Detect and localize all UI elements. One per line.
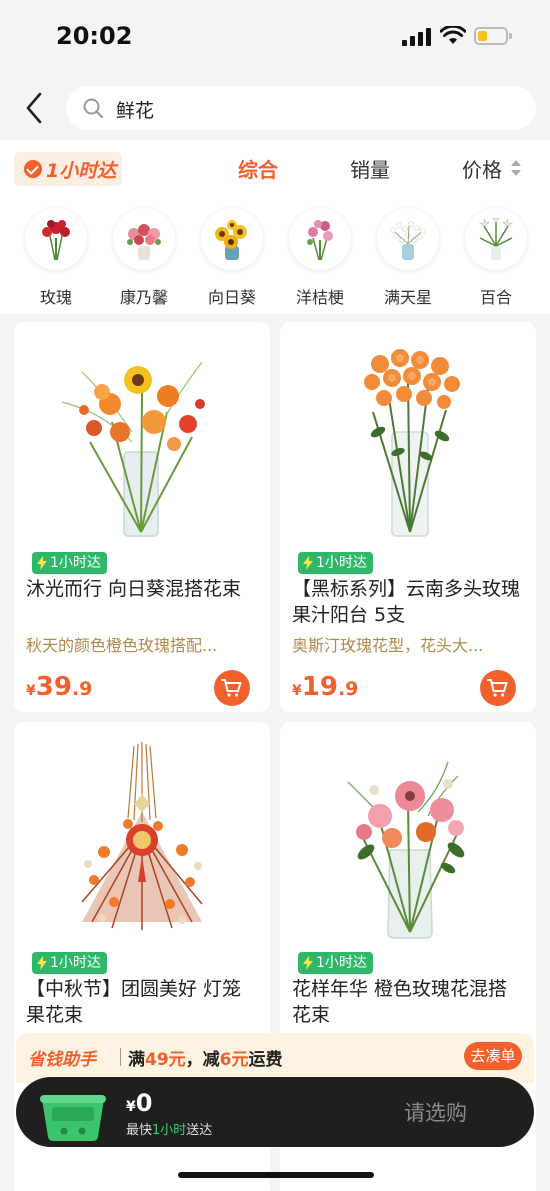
cart-bar: ¥0 最快1小时送达 请选购 — [16, 1077, 534, 1147]
product-price: ¥19.9 — [292, 672, 358, 702]
category-sunflower[interactable]: 向日葵 — [194, 208, 270, 308]
shopping-basket-icon[interactable] — [38, 1087, 108, 1143]
search-input[interactable]: 鲜花 — [66, 86, 536, 130]
battery-level — [478, 31, 487, 41]
threshold-amount: 49元 — [145, 1050, 186, 1070]
category-babys-breath[interactable]: 满天星 — [370, 208, 446, 308]
delivery-tag: 1小时达 — [298, 952, 373, 974]
add-on-items-button[interactable]: 去凑单 — [464, 1042, 522, 1070]
cart-icon — [221, 679, 242, 697]
one-hour-delivery-filter[interactable]: 1小时达 — [14, 152, 122, 186]
filter-bar: 1小时达 综合 销量 价格 — [0, 140, 550, 200]
product-card[interactable]: 1小时达 【黑标系列】云南多头玫瑰 果汁阳台 5支 奥斯汀玫瑰花型，花头大...… — [280, 322, 536, 712]
product-image — [280, 322, 536, 552]
babys-breath-icon — [377, 208, 439, 270]
category-label: 向日葵 — [207, 288, 256, 307]
category-label: 康乃馨 — [119, 288, 168, 307]
discount-amount: 6元 — [219, 1050, 249, 1070]
divider — [120, 1048, 121, 1066]
price-integer: 19 — [301, 672, 338, 702]
shipping-discount-text: 满49元，减6元运费 — [128, 1045, 283, 1070]
carnation-bouquet-icon — [113, 208, 175, 270]
product-subtitle: 奥斯汀玫瑰花型，花头大... — [292, 636, 484, 655]
product-title: 【中秋节】团圆美好 灯笼果花束 — [26, 978, 242, 1026]
wifi-icon — [440, 26, 466, 44]
product-title: 【黑标系列】云南多头玫瑰 果汁阳台 5支 — [292, 578, 521, 626]
signal-icon — [402, 28, 432, 46]
delivery-tag: 1小时达 — [32, 552, 107, 574]
lightning-icon — [303, 956, 313, 970]
product-image — [14, 722, 270, 952]
category-rose[interactable]: 玫瑰 — [18, 208, 94, 308]
category-label: 百合 — [479, 288, 512, 307]
product-card[interactable]: 1小时达 沐光而行 向日葵混搭花束 秋天的颜色橙色玫瑰搭配... ¥39.9 — [14, 322, 270, 712]
back-button[interactable] — [18, 86, 52, 130]
delivery-tag: 1小时达 — [298, 552, 373, 574]
category-lisianthus[interactable]: 洋桔梗 — [282, 208, 358, 308]
search-query: 鲜花 — [116, 100, 155, 122]
price-decimal: .9 — [71, 678, 93, 700]
helper-text-part: 运费 — [248, 1050, 283, 1070]
home-indicator[interactable] — [178, 1172, 374, 1178]
price-currency: ¥ — [292, 683, 302, 699]
delivery-tag-label: 1小时达 — [50, 955, 101, 971]
price-integer: 39 — [35, 672, 72, 702]
cart-total: ¥0 — [126, 1089, 152, 1117]
checkout-button[interactable]: 请选购 — [404, 1097, 467, 1127]
search-header: 鲜花 — [0, 74, 550, 140]
delivery-estimate: 最快1小时送达 — [126, 1119, 212, 1138]
product-title: 花样年华 橙色玫瑰花混搭花束 — [292, 978, 508, 1026]
rose-bouquet-icon — [25, 208, 87, 270]
search-icon — [83, 98, 103, 118]
category-label: 玫瑰 — [39, 288, 72, 307]
tab-comprehensive[interactable]: 综合 — [238, 154, 278, 183]
lightning-icon — [37, 956, 47, 970]
sunflower-bouquet-icon — [201, 208, 263, 270]
price-currency: ¥ — [26, 683, 36, 699]
savings-helper-title: 省钱助手 — [28, 1050, 96, 1070]
delivery-estimate-part: 最快 — [126, 1123, 153, 1138]
delivery-tag-label: 1小时达 — [316, 955, 367, 971]
helper-text-part: 满 — [128, 1050, 145, 1070]
delivery-tag: 1小时达 — [32, 952, 107, 974]
tab-sales[interactable]: 销量 — [350, 154, 390, 183]
product-image — [280, 722, 536, 952]
delivery-tag-label: 1小时达 — [316, 555, 367, 571]
lily-bouquet-icon — [465, 208, 527, 270]
delivery-tag-label: 1小时达 — [50, 555, 101, 571]
price-decimal: .9 — [337, 678, 359, 700]
cart-total-amount: 0 — [135, 1089, 153, 1117]
category-label: 洋桔梗 — [295, 288, 344, 307]
add-to-cart-button[interactable] — [214, 670, 250, 706]
battery-icon — [474, 27, 512, 45]
sort-icon[interactable] — [510, 160, 522, 180]
product-title: 沐光而行 向日葵混搭花束 — [26, 578, 242, 600]
lightning-icon — [37, 556, 47, 570]
lisianthus-bouquet-icon — [289, 208, 351, 270]
savings-helper-bar: 省钱助手 满49元，减6元运费 去凑单 — [16, 1033, 534, 1083]
product-subtitle: 秋天的颜色橙色玫瑰搭配... — [26, 636, 218, 655]
status-bar: 20:02 — [0, 0, 550, 74]
cart-total-currency: ¥ — [126, 1099, 136, 1115]
product-image — [14, 322, 270, 552]
category-carnation[interactable]: 康乃馨 — [106, 208, 182, 308]
helper-text-part: ，减 — [185, 1050, 220, 1070]
cart-icon — [487, 679, 508, 697]
one-hour-delivery-label: 1小时达 — [46, 160, 117, 182]
add-to-cart-button[interactable] — [480, 670, 516, 706]
check-icon — [24, 160, 42, 178]
status-time: 20:02 — [56, 22, 133, 50]
category-label: 满天星 — [383, 288, 432, 307]
tab-price[interactable]: 价格 — [462, 154, 502, 183]
lightning-icon — [303, 556, 313, 570]
product-price: ¥39.9 — [26, 672, 92, 702]
category-lily[interactable]: 百合 — [458, 208, 534, 308]
delivery-estimate-time: 1小时 — [152, 1123, 187, 1138]
delivery-estimate-part: 送达 — [186, 1123, 213, 1138]
